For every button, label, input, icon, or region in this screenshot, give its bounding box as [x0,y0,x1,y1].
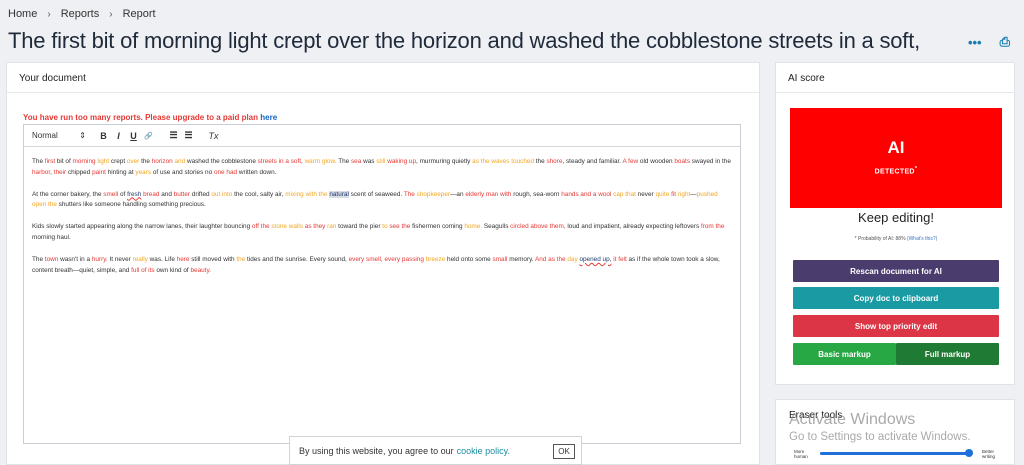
rescan-button[interactable]: Rescan document for AI [793,260,999,282]
chevron-right-icon: › [109,8,113,20]
slider-left-label: More human [794,449,808,459]
full-markup-button[interactable]: Full markup [896,343,999,365]
editor-toolbar: Normal ⇕ B I U 🔗 ☰ ☰ Tx [24,125,740,147]
print-icon[interactable]: ⎙ [1000,34,1010,50]
underline-button[interactable]: U [126,131,141,141]
cookie-text: By using this website, you agree to our [299,445,454,456]
ordered-list-icon[interactable]: ☰ [166,130,181,141]
slider-right-label: Better writing [982,449,996,459]
upgrade-text: You have run too many reports. Please up… [23,113,259,122]
link-icon[interactable]: 🔗 [141,132,156,140]
select-arrows-icon: ⇕ [79,131,86,140]
copy-button[interactable]: Copy doc to clipboard [793,287,999,309]
whats-this-link[interactable]: (What's this?) [907,236,937,242]
bullet-list-icon[interactable]: ☰ [181,130,196,141]
upgrade-link[interactable]: here [260,113,277,122]
format-select[interactable]: Normal ⇕ [32,131,96,140]
ai-score-title: AI score [776,63,1014,93]
eraser-title: Eraser tools [789,410,843,421]
page-title: The first bit of morning light crept ove… [8,28,921,53]
upgrade-notice: You have run too many reports. Please up… [23,113,277,122]
document-panel: Your document You have run too many repo… [6,62,760,465]
bold-button[interactable]: B [96,131,111,141]
more-options-icon[interactable]: ••• [968,35,982,50]
probability-text: * Probability of AI: 88% (What's this?) [854,236,938,242]
breadcrumb-current: Report [122,8,156,20]
eraser-panel: Eraser tools More human Better writing [775,399,1015,465]
format-select-value: Normal [32,131,58,140]
breadcrumb-home[interactable]: Home [8,8,37,20]
italic-button[interactable]: I [111,131,126,141]
slider-handle[interactable] [964,449,973,457]
detected-label: DETECTED* [874,166,918,176]
breadcrumb-reports[interactable]: Reports [61,8,100,20]
chevron-right-icon: › [47,8,51,20]
text-editor[interactable]: Normal ⇕ B I U 🔗 ☰ ☰ Tx The first bit of… [23,124,741,444]
paragraph: Kids slowly started appearing along the … [32,223,725,241]
document-content[interactable]: The first bit of morning light crept ove… [24,147,740,297]
paragraph: The first bit of morning light crept ove… [32,158,731,176]
clear-format-icon[interactable]: Tx [206,131,221,141]
document-panel-title: Your document [7,63,759,93]
page-actions: ••• ⎙ [968,34,1010,50]
breadcrumb: Home › Reports › Report [8,8,156,20]
status-message: Keep editing! [858,210,934,225]
eraser-slider[interactable] [820,452,972,455]
cookie-ok-button[interactable]: OK [553,444,575,459]
cookie-policy-link[interactable]: cookie policy. [457,446,510,456]
paragraph: At the corner bakery, the smell of fresh… [32,190,718,209]
ai-detected-box: AI DETECTED* [790,108,1002,208]
paragraph: The town wasn't in a hurry. It never rea… [32,255,720,274]
ai-score-panel: AI score AI DETECTED* Keep editing! * Pr… [775,62,1015,385]
cookie-banner: By using this website, you agree to our … [289,436,582,465]
ai-label: AI [887,138,905,157]
priority-edit-button[interactable]: Show top priority edit [793,315,999,337]
basic-markup-button[interactable]: Basic markup [793,343,896,365]
